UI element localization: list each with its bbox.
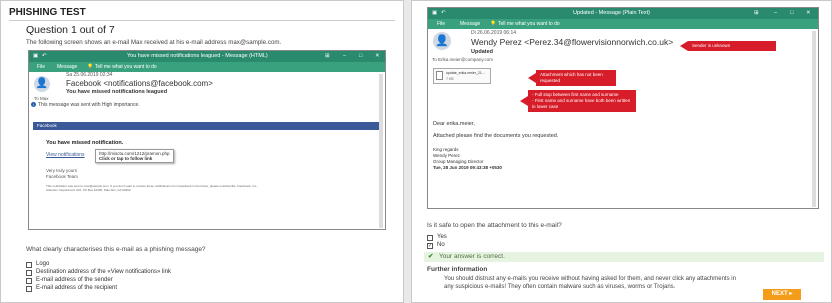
- ribbon-options-icon[interactable]: ⊞: [754, 8, 759, 19]
- undo-icon[interactable]: ↶: [441, 8, 446, 19]
- email-sender: Wendy Perez <Perez.34@flowervisionnorwic…: [471, 37, 674, 47]
- ribbon-message[interactable]: Message: [460, 19, 480, 29]
- email-window-wendy: ▣ ↶ Updated - Message (Plain Text) ⊞ – □…: [427, 7, 819, 209]
- window-title: Updated - Message (Plain Text): [573, 10, 650, 16]
- ribbon-file[interactable]: File: [437, 19, 445, 29]
- email-titlebar: ▣ ↶ You have missed notifications league…: [29, 51, 385, 62]
- maximize-icon[interactable]: □: [359, 51, 362, 62]
- ribbon-message[interactable]: Message: [57, 62, 77, 72]
- tooltip-hint: Click or tap to follow link: [99, 156, 153, 161]
- email-scrollbar[interactable]: [812, 31, 816, 207]
- avatar: 👤: [34, 76, 50, 92]
- title-divider: [9, 20, 395, 21]
- checkbox[interactable]: [427, 235, 433, 241]
- email-date: Sa 25.06.2019 02:34: [66, 72, 113, 78]
- question-prompt: What clearly characterises this e-mail a…: [26, 246, 206, 253]
- callout-sender-unknown: Sender is unknown: [680, 41, 776, 51]
- facebook-header-bar: Facebook: [33, 122, 381, 130]
- attachment-tile[interactable]: update_erika.meier_21... 7 KB: [433, 68, 491, 84]
- body-heading: You have missed notification.: [46, 140, 124, 146]
- answer-feedback: ✔ Your answer is correct.: [424, 252, 824, 262]
- page-title: PHISHING TEST: [9, 7, 86, 18]
- question-description: The following screen shows an e-mail Max…: [26, 39, 282, 46]
- option-link-destination[interactable]: Destination address of the «View notific…: [26, 269, 276, 277]
- save-icon[interactable]: ▣: [432, 8, 437, 19]
- option-logo[interactable]: Logo: [26, 261, 226, 269]
- option-sender-address[interactable]: E-mail address of the sender: [26, 277, 226, 285]
- email-date: Di 26.06.2019 06:14: [471, 30, 517, 36]
- signature-line-3: Group Managing Director: [433, 159, 484, 164]
- close-icon[interactable]: ✕: [806, 8, 811, 19]
- signature-line-4: Tue, 28 Jun 2019 09:43:38 +0530: [433, 165, 502, 170]
- minimize-icon[interactable]: –: [774, 8, 777, 19]
- email-body: Attached please find the documents you r…: [433, 133, 559, 139]
- undo-icon[interactable]: ↶: [42, 51, 47, 62]
- ribbon-options-icon[interactable]: ⊞: [325, 51, 330, 62]
- checkbox-checked[interactable]: ✓: [427, 243, 433, 249]
- checkbox[interactable]: [26, 262, 32, 268]
- next-button[interactable]: NEXT ▸: [763, 289, 801, 300]
- tell-me-icon[interactable]: 💡: [490, 19, 496, 29]
- tell-me-icon[interactable]: 💡: [87, 62, 93, 72]
- option-recipient-address[interactable]: E-mail address of the recipient: [26, 285, 226, 293]
- tell-me-input[interactable]: Tell me what you want to do: [498, 19, 560, 29]
- further-info-title: Further information: [427, 266, 488, 273]
- save-icon[interactable]: ▣: [33, 51, 38, 62]
- email-subject: Updated: [471, 49, 493, 55]
- email-titlebar: ▣ ↶ Updated - Message (Plain Text) ⊞ – □…: [428, 8, 818, 19]
- checkmark-icon: ✔: [428, 253, 434, 260]
- checkbox[interactable]: [26, 270, 32, 276]
- email-sender: Facebook <notifications@facebook.com>: [66, 79, 213, 88]
- footer-line-2: Attention: Department 415, PO Box 10005,…: [46, 188, 131, 192]
- close-icon[interactable]: ✕: [375, 51, 380, 62]
- feedback-text: Your answer is correct.: [439, 253, 505, 260]
- link-tooltip: http://misctu.com/1212/pramon.php Click …: [95, 149, 174, 163]
- view-notifications-link[interactable]: View notifications: [46, 152, 85, 159]
- question-prompt: Is it safe to open the attachment to thi…: [427, 222, 562, 229]
- question-title: Question 1 out of 7: [26, 24, 115, 36]
- signature-line-2: Facebook Team: [46, 174, 78, 179]
- attachment-size: 7 KB: [446, 77, 454, 81]
- importance-banner: i This message was sent with High importa…: [31, 102, 140, 109]
- avatar: 👤: [433, 32, 451, 50]
- minimize-icon[interactable]: –: [343, 51, 346, 62]
- right-panel: ▣ ↶ Updated - Message (Plain Text) ⊞ – □…: [411, 0, 832, 303]
- email-ribbon: File Message 💡 Tell me what you want to …: [428, 19, 818, 29]
- left-panel: PHISHING TEST Question 1 out of 7 The fo…: [0, 0, 404, 303]
- ribbon-file[interactable]: File: [37, 62, 45, 72]
- email-subject: You have missed notifications leagued: [66, 89, 168, 95]
- window-title: You have missed notifications leagued - …: [127, 53, 268, 59]
- callout-name-line-2: - First name and surname have both been …: [532, 98, 631, 109]
- tell-me-input[interactable]: Tell me what you want to do: [95, 62, 157, 72]
- email-ribbon: File Message 💡 Tell me what you want to …: [29, 62, 385, 72]
- importance-text: This message was sent with High importan…: [38, 102, 140, 108]
- further-info-line-1: You should distrust any e-mails you rece…: [444, 276, 736, 282]
- callout-attachment: Attachment which has not been requested: [528, 70, 616, 86]
- further-info-line-2: any suspicious e-mails! They often conta…: [444, 284, 676, 290]
- signature-line-1: King regards: [433, 147, 459, 152]
- option-no[interactable]: ✓ No: [427, 242, 467, 250]
- attachment-name: update_erika.meier_21...: [446, 71, 485, 75]
- checkbox[interactable]: [26, 278, 32, 284]
- email-to: To Erika.meier@company.com: [432, 57, 494, 62]
- email-to: To Max: [34, 96, 49, 101]
- callout-name-issues: - Full stop between first name and surna…: [520, 90, 636, 112]
- signature-line-1: Very truly yours: [46, 168, 78, 173]
- email-scrollbar[interactable]: [379, 74, 383, 228]
- signature-line-2: Wendy Perez: [433, 153, 460, 158]
- info-icon: i: [31, 102, 36, 107]
- file-icon: [436, 71, 443, 80]
- email-window-facebook: ▣ ↶ You have missed notifications league…: [28, 50, 386, 230]
- maximize-icon[interactable]: □: [790, 8, 793, 19]
- option-yes[interactable]: Yes: [427, 234, 467, 242]
- checkbox[interactable]: [26, 286, 32, 292]
- email-greeting: Dear erika.meier,: [433, 121, 475, 127]
